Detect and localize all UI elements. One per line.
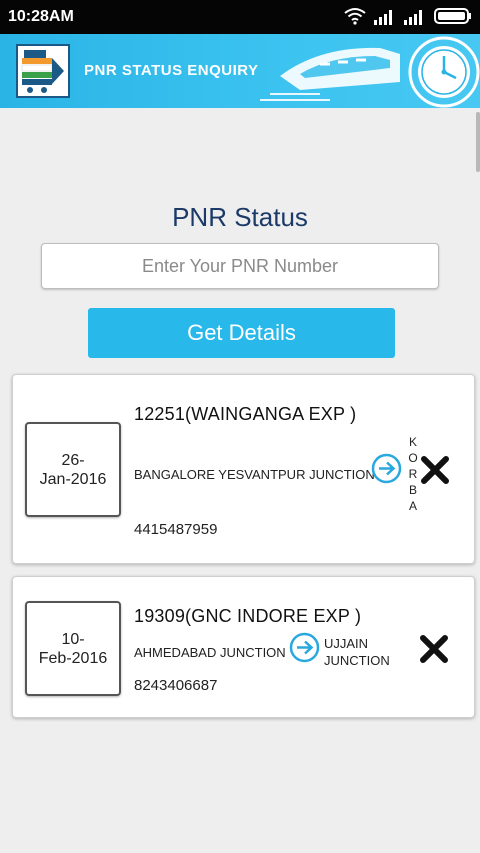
close-icon[interactable] (419, 454, 451, 486)
date-day: 10- (61, 630, 85, 648)
date-month-year: Jan-2016 (39, 470, 107, 488)
app-logo (16, 44, 70, 98)
pnr-number: 4415487959 (134, 521, 218, 538)
from-station: AHMEDABAD JUNCTION (134, 645, 286, 660)
get-details-button[interactable]: Get Details (88, 308, 395, 358)
to-station: KORBA (408, 435, 418, 513)
from-station: BANGALORE YESVANTPUR JUNCTION (134, 467, 375, 482)
wifi-icon (344, 8, 366, 25)
train-name: 19309(GNC INDORE EXP ) (134, 606, 362, 626)
pnr-card[interactable]: 10- Feb-2016 19309(GNC INDORE EXP ) AHME… (12, 576, 475, 718)
train-clock-banner-icon (260, 36, 480, 108)
status-time: 10:28AM (8, 8, 74, 25)
to-station: UJJAIN JUNCTION (324, 636, 390, 668)
pnr-number: 8243406687 (134, 677, 218, 694)
close-icon[interactable] (418, 633, 450, 665)
train-logo-icon (21, 50, 64, 93)
status-bar: 10:28AM (0, 0, 480, 34)
pnr-input[interactable] (41, 243, 439, 289)
signal-icon (374, 10, 392, 25)
status-icons (344, 7, 472, 25)
journey-date: 10- Feb-2016 (25, 601, 121, 696)
arrow-right-circle-icon (371, 453, 402, 484)
arrow-right-circle-icon (289, 632, 320, 663)
scrollbar[interactable] (476, 112, 480, 172)
journey-date: 26- Jan-2016 (25, 422, 121, 517)
battery-icon (434, 8, 471, 24)
pnr-card[interactable]: 26- Jan-2016 12251(WAINGANGA EXP ) BANGA… (12, 374, 475, 564)
train-name: 12251(WAINGANGA EXP ) (134, 404, 357, 424)
page-title: PNR Status (172, 202, 308, 232)
signal-icon-2 (404, 10, 422, 25)
date-day: 26- (61, 451, 85, 469)
header-title: PNR STATUS ENQUIRY (84, 62, 259, 79)
app-header: PNR STATUS ENQUIRY (0, 34, 480, 108)
date-month-year: Feb-2016 (38, 649, 108, 667)
